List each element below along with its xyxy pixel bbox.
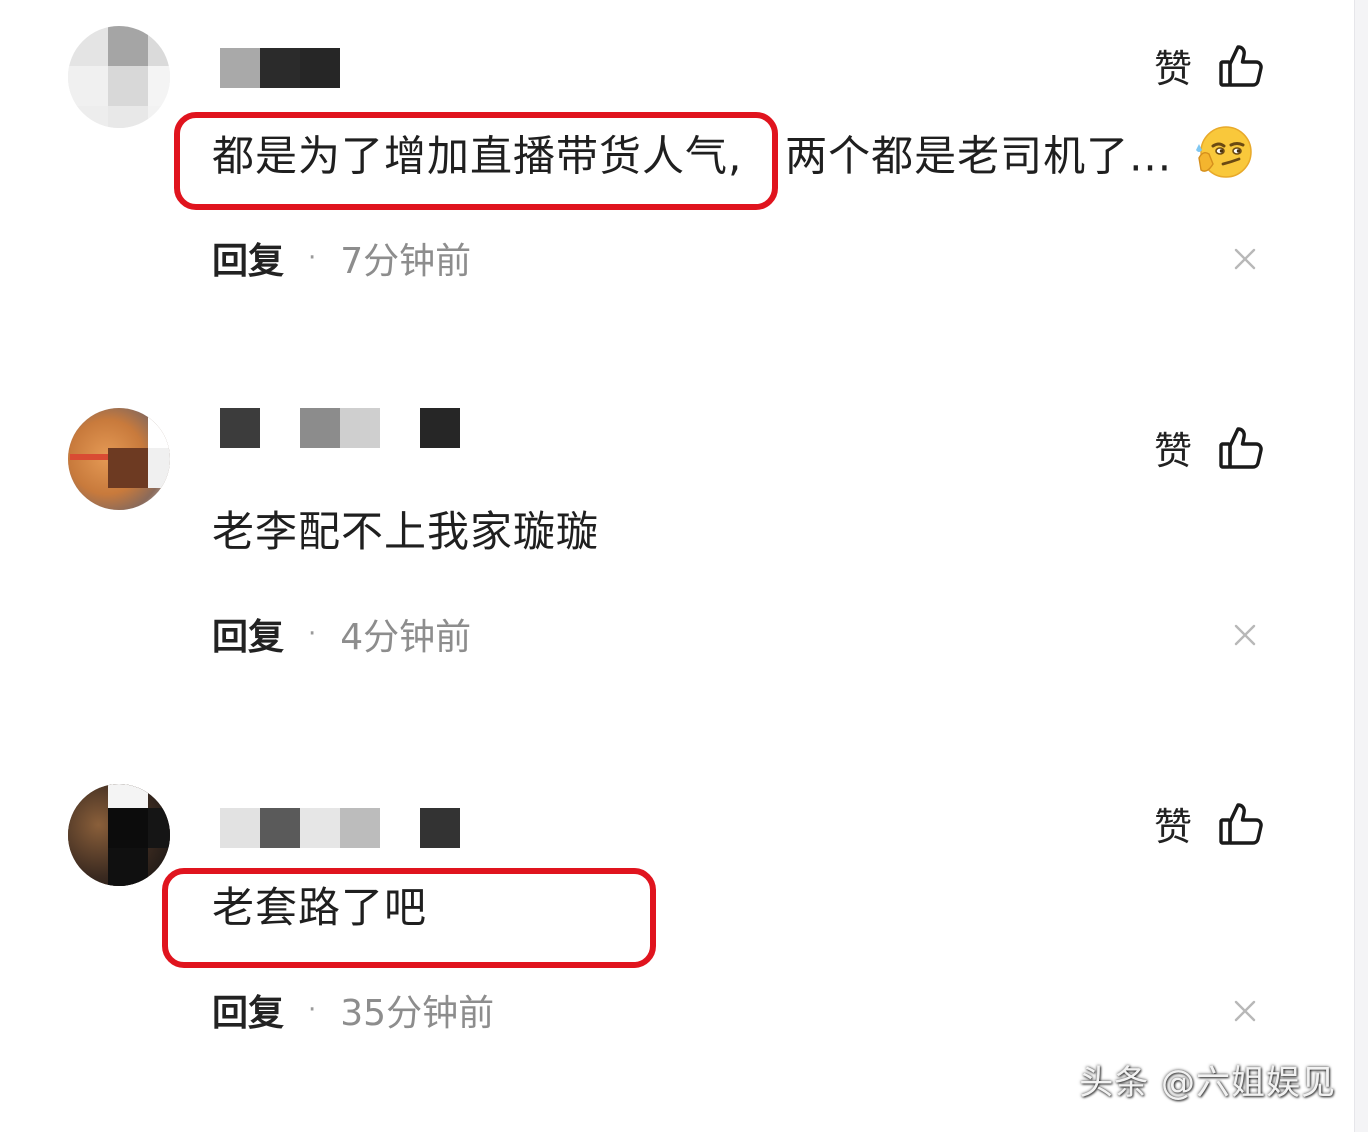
avatar[interactable]: [68, 784, 170, 886]
comment-text-highlighted: 都是为了增加直播带货人气,: [212, 131, 743, 181]
comment-meta: 回复 · 4分钟前: [212, 608, 471, 660]
avatar[interactable]: [68, 26, 170, 128]
reply-button[interactable]: 回复: [212, 232, 284, 284]
comment-text-plain: 老李配不上我家璇璇: [212, 507, 600, 556]
thumbs-up-icon[interactable]: [1218, 43, 1264, 89]
comment-text-highlighted: 老套路了吧: [212, 883, 428, 932]
like-control[interactable]: 赞: [1154, 38, 1264, 93]
like-control[interactable]: 赞: [1154, 796, 1264, 851]
like-label: 赞: [1153, 429, 1192, 473]
reply-button[interactable]: 回复: [212, 608, 284, 660]
username-mosaic[interactable]: [220, 808, 460, 848]
comment-meta: 回复 · 7分钟前: [212, 232, 471, 284]
like-control[interactable]: 赞: [1154, 420, 1264, 475]
comment-meta: 回复 · 35分钟前: [212, 984, 494, 1036]
comment-text: 老李配不上我家璇璇: [212, 504, 599, 560]
close-icon[interactable]: [1230, 996, 1260, 1026]
comment-item: 赞 都是为了增加直播带货人气, 两个都是老司机了... 回复 · 7分钟前: [0, 0, 1368, 370]
thumbs-up-icon[interactable]: [1218, 425, 1264, 471]
avatar[interactable]: [68, 408, 170, 510]
avatar-mosaic: [68, 26, 170, 128]
comment-item: 赞 老李配不上我家璇璇 回复 · 4分钟前: [0, 380, 1368, 750]
meta-separator: ·: [308, 619, 317, 649]
meta-separator: ·: [308, 995, 317, 1025]
username-mosaic[interactable]: [220, 48, 340, 88]
comment-text: 都是为了增加直播带货人气, 两个都是老司机了...: [212, 124, 1255, 194]
thumbs-up-icon[interactable]: [1218, 801, 1264, 847]
close-icon[interactable]: [1230, 620, 1260, 650]
comment-text-rest: 两个都是老司机了...: [785, 131, 1173, 181]
watermark: 头条 @六姐娱见: [1079, 1063, 1336, 1103]
comment-text: 老套路了吧: [212, 880, 427, 936]
username-mosaic[interactable]: [220, 408, 460, 448]
like-label: 赞: [1153, 47, 1192, 91]
timestamp: 4分钟前: [340, 617, 472, 658]
timestamp: 35分钟前: [340, 993, 495, 1034]
close-icon[interactable]: [1230, 244, 1260, 274]
meta-separator: ·: [308, 243, 317, 273]
reply-button[interactable]: 回复: [212, 984, 284, 1036]
timestamp: 7分钟前: [340, 241, 472, 282]
like-label: 赞: [1153, 805, 1192, 849]
smirk-face-emoji-icon: [1193, 124, 1255, 194]
